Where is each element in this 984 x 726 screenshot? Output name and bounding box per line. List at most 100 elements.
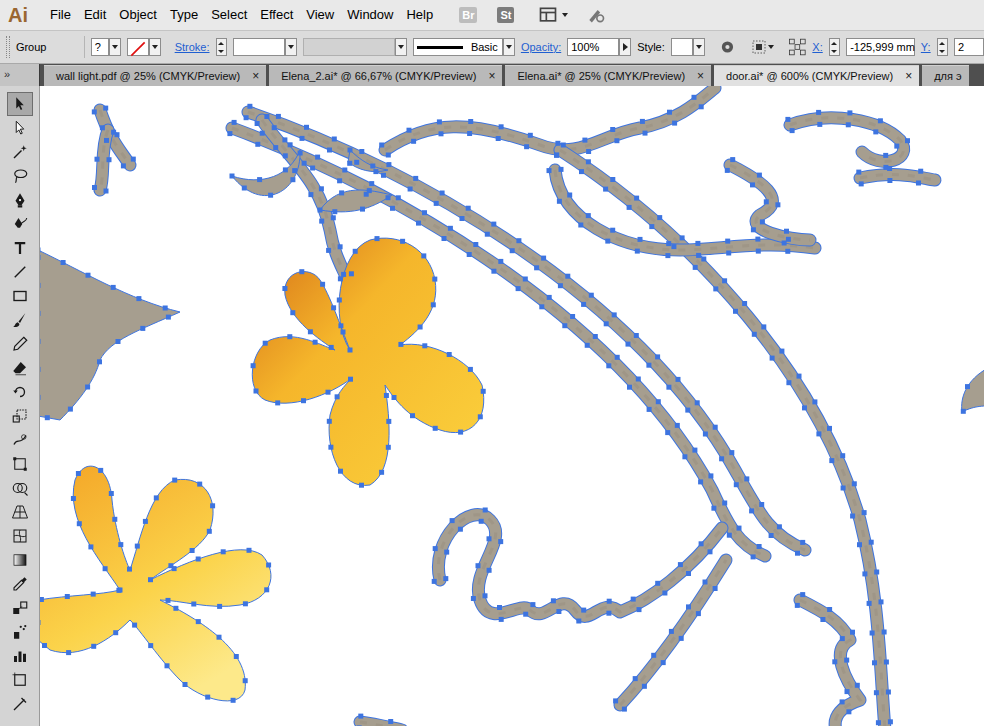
sync-icon [586,5,606,25]
menu-item[interactable]: Select [205,0,253,30]
menu-item[interactable]: Edit [78,0,112,30]
tool-button[interactable] [7,644,33,668]
tool-button[interactable] [7,668,33,692]
menu-item[interactable]: Object [113,0,163,30]
tool-button[interactable] [7,620,33,644]
y-link[interactable]: Y: [921,39,931,56]
menu-item[interactable]: File [44,0,77,30]
toolbar-collapse[interactable]: » [0,64,40,86]
tool-button[interactable] [7,260,33,284]
graphic-style[interactable] [671,38,705,56]
leaf-shape[interactable] [40,250,180,420]
tool-button[interactable] [7,116,33,140]
fill-swatch[interactable] [127,38,161,56]
app-logo[interactable]: Ai [8,5,40,25]
x-field[interactable]: -125,999 mm [846,38,915,56]
document-tab[interactable]: Elena.ai* @ 25% (CMYK/Preview)× [505,65,711,86]
menu-item[interactable]: Effect [254,0,299,30]
tool-button[interactable] [7,572,33,596]
selection-type: Group [16,39,78,56]
menu-item[interactable]: Help [400,0,439,30]
bridge-button[interactable]: Br [459,7,477,23]
tool-button[interactable] [7,164,33,188]
align-menu[interactable] [750,38,774,56]
tool-button[interactable] [7,476,33,500]
tool-button[interactable] [7,332,33,356]
tool-icon [11,311,29,329]
tool-icon [11,551,29,569]
fill-menu[interactable]: ? [91,38,121,56]
tab-close-button[interactable]: × [488,67,495,85]
document-tab[interactable]: wall light.pdf @ 25% (CMYK/Preview)× [44,65,266,86]
tool-button[interactable] [7,284,33,308]
tool-icon [11,695,29,713]
tool-button[interactable] [7,92,33,116]
brush-definition[interactable]: Basic [413,38,515,56]
tool-icon [11,215,29,233]
band-outline[interactable] [860,175,935,180]
document-tab[interactable]: door.ai* @ 600% (CMYK/Preview) × [714,65,919,86]
tool-button[interactable] [7,428,33,452]
x-spinner[interactable] [829,38,840,56]
tool-button[interactable] [7,596,33,620]
leaf-shape[interactable] [962,368,984,412]
tool-button[interactable] [7,452,33,476]
tool-button[interactable] [7,236,33,260]
menu-bar: AiFileEditObjectTypeSelectEffectViewWind… [0,0,984,30]
tool-button[interactable] [7,356,33,380]
tab-close-button[interactable]: × [905,67,912,85]
artwork[interactable] [40,86,984,726]
stroke-spinner[interactable] [216,38,227,56]
stroke-weight[interactable] [233,38,297,56]
tab-close-button[interactable]: × [252,67,259,85]
tool-button[interactable] [7,188,33,212]
tool-button[interactable] [7,404,33,428]
leaf-shape[interactable] [320,190,392,212]
x-link[interactable]: X: [812,39,822,56]
tab-close-button[interactable]: × [697,67,704,85]
y-spinner[interactable] [937,38,948,56]
tool-button[interactable] [7,524,33,548]
workspace [0,86,984,726]
opacity-value[interactable]: 100% [567,38,619,56]
band-outline[interactable] [248,112,805,550]
tool-button[interactable] [7,380,33,404]
band-outline[interactable] [385,88,715,150]
flower-shape[interactable] [40,466,271,701]
band-outline[interactable] [232,128,765,556]
band-outline[interactable] [790,118,904,162]
tool-icon [11,143,29,161]
tool-button[interactable] [7,140,33,164]
bridge-button[interactable]: St [497,7,514,23]
tool-icon [11,359,29,377]
tool-icon [11,431,29,449]
tool-button[interactable] [7,692,33,716]
leaf-shape[interactable] [232,150,300,196]
band-outline[interactable] [620,560,726,705]
opacity-field[interactable]: 100% [567,38,631,56]
flower-shape[interactable] [252,238,484,485]
opacity-link[interactable]: Opacity: [521,39,561,56]
align-icon [750,38,768,56]
tab-label: door.ai* @ 600% (CMYK/Preview) [726,68,893,85]
tool-button[interactable] [7,212,33,236]
tool-button[interactable] [7,500,33,524]
band-outline[interactable] [800,600,860,726]
document-tab[interactable]: для э [922,65,968,86]
band-outline[interactable] [438,515,722,617]
stroke-link[interactable]: Stroke: [175,39,210,56]
menu-item[interactable]: View [300,0,340,30]
band-outline[interactable] [360,722,402,726]
menu-item[interactable]: Window [341,0,399,30]
artboard-canvas[interactable] [40,86,984,726]
y-field[interactable]: 2 [954,38,984,56]
menu-item[interactable]: Type [164,0,204,30]
control-bar: Group?Stroke:BasicOpacity:100%Style:X:-1… [0,30,984,64]
document-tab[interactable]: Elena_2.ai* @ 66,67% (CMYK/Preview)× [269,65,502,86]
leaf-shape[interactable] [348,150,388,172]
band-outline[interactable] [730,165,810,240]
fill-menu-value: ? [91,38,109,56]
tool-button[interactable] [7,308,33,332]
tool-button[interactable] [7,548,33,572]
workspace-switcher[interactable] [538,5,568,25]
